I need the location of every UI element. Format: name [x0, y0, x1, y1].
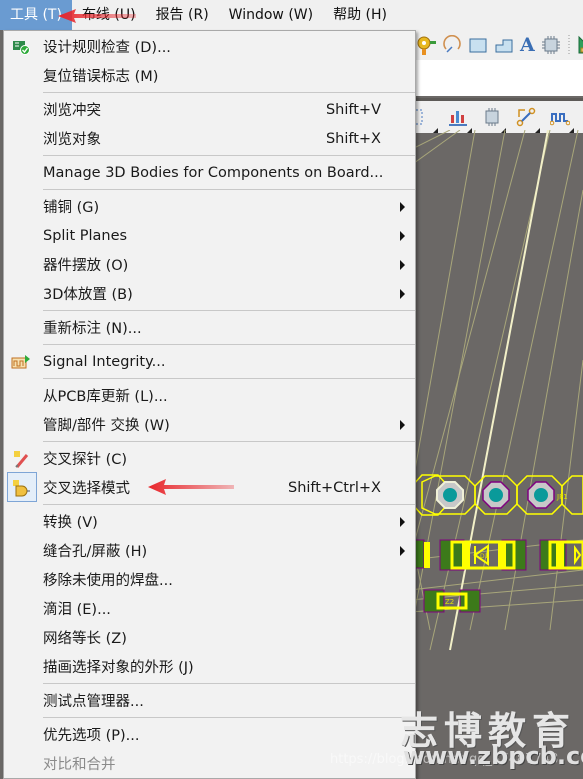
- menu-item-equalize-net-lengths[interactable]: 网络等长 (Z): [4, 623, 415, 652]
- document-tab-area: [410, 60, 583, 96]
- menu-item-reset-error-markers[interactable]: 复位错误标志 (M): [4, 61, 415, 90]
- zener-footprint: Z2: [410, 589, 481, 613]
- pcb-canvas[interactable]: JP1 D1 Z2: [410, 130, 583, 779]
- signal-integrity-icon: [10, 351, 32, 373]
- align-icon[interactable]: [448, 107, 472, 133]
- fill-icon[interactable]: [468, 35, 488, 55]
- ruler-icon[interactable]: [577, 35, 583, 55]
- header-pads: JP1: [411, 474, 583, 516]
- shortcut-label: Shift+X: [325, 130, 381, 147]
- submenu-arrow-icon: [400, 288, 405, 299]
- designator-z2: Z2: [445, 598, 454, 606]
- submenu-arrow-icon: [400, 201, 405, 212]
- menu-item-split-planes[interactable]: Split Planes: [4, 221, 415, 250]
- menu-item-testpoint-manager[interactable]: 测试点管理器...: [4, 686, 415, 715]
- menu-item-browse-violations[interactable]: 浏览冲突 Shift+V: [4, 95, 415, 124]
- cross-probe-icon: [10, 448, 32, 470]
- menu-item-teardrops[interactable]: 滴泪 (E)...: [4, 594, 415, 623]
- submenu-arrow-icon: [400, 230, 405, 241]
- text-icon[interactable]: A: [520, 34, 535, 56]
- polygon-region-icon[interactable]: [494, 35, 514, 55]
- component-icon[interactable]: [482, 107, 506, 133]
- menu-help[interactable]: 帮助 (H): [323, 0, 397, 30]
- menu-separator: [43, 189, 415, 190]
- length-tune-icon[interactable]: [550, 107, 574, 133]
- interactive-route-icon[interactable]: [516, 107, 540, 133]
- drc-check-icon: [10, 36, 32, 58]
- menu-separator: [43, 155, 415, 156]
- menu-item-re-annotate[interactable]: 重新标注 (N)...: [4, 313, 415, 342]
- annotation-arrow-icon: [148, 479, 234, 495]
- menu-separator: [43, 378, 415, 379]
- submenu-arrow-icon: [400, 259, 405, 270]
- menu-item-signal-integrity[interactable]: Signal Integrity...: [4, 347, 415, 376]
- menu-separator: [43, 683, 415, 684]
- highlighted-net-line: [449, 130, 549, 651]
- designator-jp1: JP1: [556, 493, 568, 501]
- toolbar-grip-icon: [567, 35, 571, 55]
- menu-item-update-from-pcb-libraries[interactable]: 从PCB库更新 (L)...: [4, 381, 415, 410]
- annotation-arrow-icon: [58, 9, 136, 23]
- menu-item-3d-body-placement[interactable]: 3D体放置 (B): [4, 279, 415, 308]
- menu-separator: [43, 717, 415, 718]
- select-area-icon[interactable]: [414, 107, 438, 133]
- arc-icon[interactable]: [442, 35, 462, 55]
- ratsnest-lines: [410, 130, 583, 651]
- shortcut-label: Shift+Ctrl+X: [288, 479, 381, 496]
- shortcut-label: Shift+V: [325, 101, 381, 118]
- menu-separator: [43, 344, 415, 345]
- component-icon[interactable]: [541, 35, 561, 55]
- pcb-active-toolbar: [410, 98, 583, 133]
- menu-item-outline-selected-objects[interactable]: 描画选择对象的外形 (J): [4, 652, 415, 681]
- menu-item-browse-objects[interactable]: 浏览对象 Shift+X: [4, 124, 415, 153]
- menu-separator: [43, 504, 415, 505]
- menu-item-preferences[interactable]: 优先选项 (P)...: [4, 720, 415, 749]
- menu-item-via-stitching-shielding[interactable]: 缝合孔/屏蔽 (H): [4, 536, 415, 565]
- menu-separator: [43, 441, 415, 442]
- menu-separator: [43, 92, 415, 93]
- menu-separator: [43, 310, 415, 311]
- menu-item-convert[interactable]: 转换 (V): [4, 507, 415, 536]
- diode-footprints: D1: [410, 539, 583, 571]
- menu-item-manage-3d-bodies[interactable]: Manage 3D Bodies for Components on Board…: [4, 158, 415, 187]
- submenu-arrow-icon: [400, 545, 405, 556]
- designator-d1: D1: [480, 553, 489, 560]
- submenu-arrow-icon: [400, 516, 405, 527]
- menu-item-component-placement[interactable]: 器件摆放 (O): [4, 250, 415, 279]
- submenu-arrow-icon: [400, 419, 405, 430]
- tools-dropdown-menu: 设计规则检查 (D)... 复位错误标志 (M) 浏览冲突 Shift+V 浏览…: [3, 30, 416, 779]
- pad-icon[interactable]: [416, 35, 436, 55]
- cross-select-mode-icon: [10, 477, 32, 499]
- menu-item-design-rule-check[interactable]: 设计规则检查 (D)...: [4, 32, 415, 61]
- menu-window[interactable]: Window (W): [219, 0, 323, 30]
- menu-item-polygon-pours[interactable]: 铺铜 (G): [4, 192, 415, 221]
- watermark-url: www.zbpcb.com: [403, 742, 583, 770]
- placement-toolbar: A: [410, 30, 583, 60]
- menu-item-remove-unused-pads[interactable]: 移除未使用的焊盘...: [4, 565, 415, 594]
- menu-reports[interactable]: 报告 (R): [146, 0, 219, 30]
- menu-item-cross-probe[interactable]: 交叉探针 (C): [4, 444, 415, 473]
- menu-item-pin-part-swapping[interactable]: 管脚/部件 交换 (W): [4, 410, 415, 439]
